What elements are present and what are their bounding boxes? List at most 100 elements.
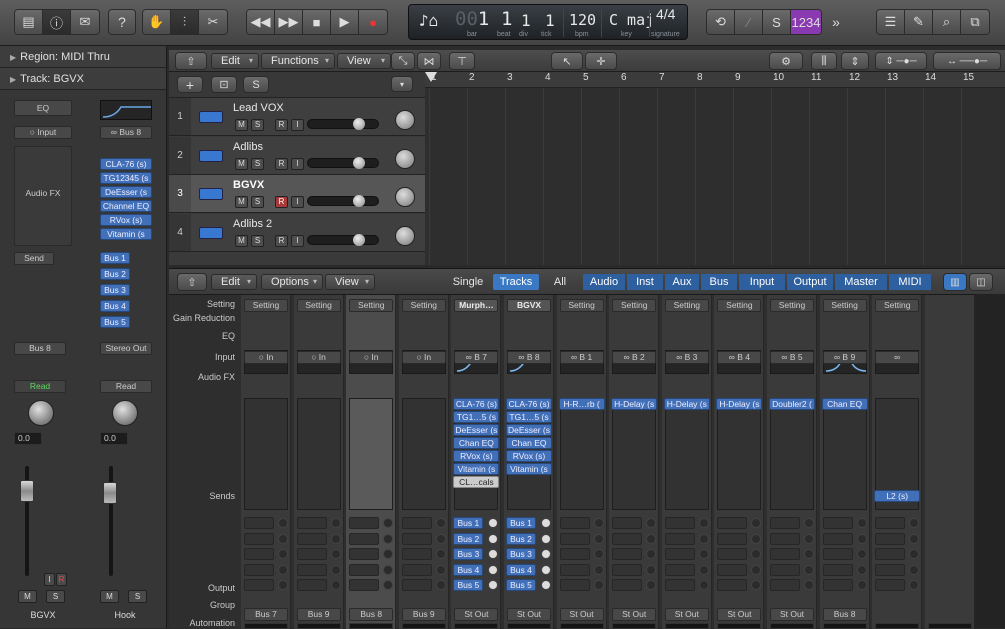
empty-send-slot[interactable] [717, 548, 748, 561]
send-level-knob[interactable] [488, 549, 499, 560]
view-menu[interactable]: View ▾ [337, 53, 391, 69]
editors-icon[interactable]: ✂ [199, 10, 227, 34]
send-level-knob[interactable] [698, 533, 709, 544]
input-monitor-button[interactable]: I [291, 234, 304, 247]
wide-view-icon[interactable]: ◫ [969, 273, 993, 291]
channel-setting-button[interactable]: Setting [244, 299, 288, 312]
channel-input-slot[interactable]: ∞ B 7 [454, 351, 499, 364]
mute-button[interactable]: M [100, 590, 119, 603]
mixer-view-menu[interactable]: View ▾ [325, 274, 375, 290]
plugin-slot[interactable]: RVox (s) [453, 450, 500, 462]
automation-mode[interactable]: Read [14, 380, 66, 393]
send-level-knob[interactable] [856, 533, 867, 544]
filter-audio[interactable]: Audio [583, 274, 625, 290]
send-level-knob[interactable] [804, 580, 814, 591]
eq-slot[interactable]: EQ [14, 100, 72, 116]
mixer-scrollbar[interactable] [975, 294, 1005, 628]
filter-midi[interactable]: MIDI [889, 274, 931, 290]
input-monitor-button[interactable]: I [291, 157, 304, 170]
send-level-knob[interactable] [751, 518, 762, 528]
plugin-slot[interactable]: Vitamin (s [506, 463, 552, 475]
empty-send-slot[interactable] [822, 548, 853, 561]
channel-group-slot[interactable] [927, 623, 972, 629]
send-slot[interactable]: Bus 3 [453, 548, 484, 561]
send-level-knob[interactable] [435, 580, 446, 591]
empty-send-slot[interactable] [770, 548, 800, 561]
send-level-knob[interactable] [383, 549, 394, 560]
send-level-knob[interactable] [330, 518, 341, 528]
pointer-tool-icon[interactable]: ↖ [551, 52, 583, 70]
empty-send-slot[interactable] [770, 563, 800, 576]
channel-output-slot[interactable]: St Out [507, 608, 551, 621]
pan-knob[interactable] [395, 225, 415, 246]
filter-output[interactable]: Output [787, 274, 833, 290]
channel-input-slot[interactable]: ∞ B 5 [770, 351, 814, 364]
channel-output-slot[interactable]: St Out [454, 608, 499, 621]
send-slot[interactable]: Bus 1 [453, 517, 484, 529]
channel-input-slot[interactable]: ○ In [349, 351, 394, 364]
filter-bus[interactable]: Bus [701, 274, 737, 290]
empty-send-slot[interactable] [875, 532, 906, 545]
audio-fx-area[interactable] [244, 398, 288, 510]
toolbar-icon[interactable]: ✉ [71, 10, 99, 34]
send-level-knob[interactable] [909, 549, 920, 560]
inspector-icon[interactable]: ⓘ [43, 10, 71, 34]
channel-group-slot[interactable] [612, 623, 657, 629]
pan-knob[interactable] [395, 187, 415, 207]
send-slot[interactable]: Bus 2 [453, 532, 484, 545]
track-row[interactable]: 4 Adlibs 2 MSRI [169, 213, 425, 252]
empty-send-slot[interactable] [349, 579, 380, 592]
plugin-slot[interactable]: DeEsser (s [506, 424, 552, 436]
send-level-knob[interactable] [646, 533, 657, 544]
empty-send-slot[interactable] [244, 563, 274, 576]
plugin-slot[interactable]: DeEsser (s [453, 424, 500, 436]
channel-group-slot[interactable] [349, 623, 394, 629]
channel-output-slot[interactable]: Bus 9 [401, 608, 446, 621]
audio-fx-slot[interactable]: Audio FX [14, 146, 72, 246]
eq-display[interactable] [100, 100, 152, 120]
empty-send-slot[interactable] [875, 563, 906, 576]
send-level-knob[interactable] [330, 580, 341, 591]
empty-send-slot[interactable] [664, 517, 695, 529]
send-level-knob[interactable] [593, 564, 604, 575]
input-monitor-button[interactable]: I [44, 573, 55, 586]
channel-output-slot[interactable]: St Out [559, 608, 604, 621]
empty-send-slot[interactable] [296, 548, 327, 561]
send-level-knob[interactable] [278, 564, 288, 575]
plugin-slot[interactable]: CLA-76 (s) [453, 398, 500, 410]
channel-input-slot[interactable]: ○ In [244, 351, 288, 364]
send-level-knob[interactable] [278, 580, 288, 591]
record-enable-button[interactable]: R [56, 573, 67, 586]
empty-send-slot[interactable] [244, 532, 274, 545]
channel-input-slot[interactable]: ∞ B 9 [822, 351, 867, 364]
solo-button[interactable]: S [46, 590, 65, 603]
mute-button[interactable]: M [235, 157, 248, 170]
solo-button[interactable]: S [251, 196, 264, 208]
input-slot[interactable]: ○ Input [14, 126, 72, 139]
count-in-button[interactable]: 1234 [791, 10, 821, 34]
plugin-slot[interactable]: TG1…5 (s [506, 411, 552, 423]
timeline-ruler[interactable]: 1 2 3 4 5 6 7 8 9 10 11 12 13 14 15 [425, 72, 1005, 88]
empty-send-slot[interactable] [401, 532, 432, 545]
volume-slider[interactable] [307, 233, 379, 246]
plugin-slot[interactable]: CLA-76 (s) [100, 158, 152, 170]
add-track-button[interactable]: + [177, 76, 203, 93]
send-level-knob[interactable] [593, 533, 604, 544]
empty-send-slot[interactable] [349, 548, 380, 561]
send-level-knob[interactable] [541, 580, 551, 591]
list-editors-icon[interactable]: ☰ [877, 10, 905, 34]
mute-button[interactable]: M [18, 590, 37, 603]
lcd-display[interactable]: ♪⌂ 001 bar 1 beat 1 div 1 tick 120 bpm C… [408, 4, 688, 40]
channel-setting-button[interactable]: BGVX [507, 299, 551, 312]
plugin-slot[interactable]: H-Delay (s [611, 398, 658, 410]
pan-knob[interactable] [395, 148, 415, 169]
send-level-knob[interactable] [909, 580, 920, 591]
up-arrow-icon[interactable]: ⇧ [177, 273, 207, 291]
send-level-knob[interactable] [909, 518, 920, 528]
plugin-slot[interactable]: Vitamin (s [453, 463, 500, 475]
empty-send-slot[interactable] [559, 517, 590, 529]
waveform-zoom-icon[interactable]: ⫼ [811, 52, 837, 70]
empty-send-slot[interactable] [612, 548, 643, 561]
vertical-fit-icon[interactable]: ⇕ [841, 52, 869, 70]
empty-send-slot[interactable] [822, 517, 853, 529]
